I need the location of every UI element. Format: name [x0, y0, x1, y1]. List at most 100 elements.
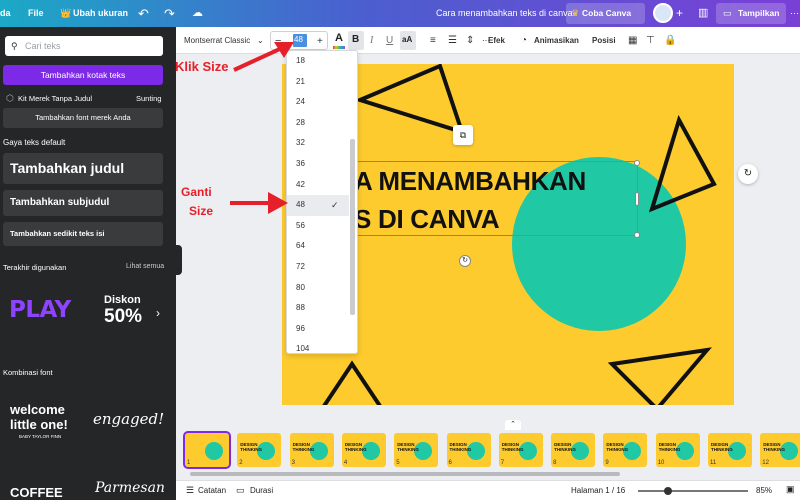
thumbnail-number: 4 [343, 460, 348, 466]
chevron-right-icon[interactable]: › [156, 306, 160, 320]
resize-handle[interactable] [635, 192, 639, 206]
page-thumbnail[interactable]: DESIGN THINKING 8 [551, 433, 596, 467]
text-color-button[interactable]: A [332, 31, 346, 50]
font-size-option[interactable]: 24 [287, 92, 349, 113]
page-thumbnail[interactable]: DESIGN THINKING 2 [237, 433, 282, 467]
page-thumbnail[interactable]: DESIGN THINKING 6 [446, 433, 491, 467]
add-subheading-button[interactable]: Tambahkan subjudul [3, 190, 163, 216]
font-size-option[interactable]: 88 [287, 298, 349, 319]
redo-icon[interactable]: ↷ [164, 0, 175, 27]
page-thumbnail[interactable]: DESIGN THINKING 4 [341, 433, 386, 467]
home-link[interactable]: da [0, 0, 11, 27]
combo-engaged[interactable]: engaged! [90, 387, 164, 457]
page-thumbnail[interactable]: 1 [183, 431, 231, 469]
align-left-icon[interactable]: ≡ [430, 27, 436, 54]
font-size-option[interactable]: 104 [287, 339, 349, 353]
lock-icon[interactable]: 🔒 [664, 27, 676, 54]
resize-handle[interactable] [634, 232, 640, 238]
add-heading-button[interactable]: Tambahkan judul [3, 153, 163, 184]
underline-button[interactable]: U [386, 27, 393, 54]
copy-element-icon[interactable]: ⧉ [453, 125, 473, 145]
font-size-option[interactable]: 48 ✓ [287, 195, 349, 216]
text-color-letter: A [335, 32, 343, 44]
add-body-button[interactable]: Tambahkan sedikit teks isi [3, 222, 163, 246]
combo-engaged-text: engaged! [93, 410, 165, 428]
list-icon[interactable]: ☰ [448, 27, 457, 54]
present-button[interactable]: ▭ Tampilkan [716, 3, 786, 24]
collapse-panel-handle[interactable] [176, 245, 182, 275]
thumbnail-title: DESIGN THINKING [763, 442, 786, 452]
search-input[interactable]: ⚲ Cari teks [5, 36, 163, 56]
recent-font-play[interactable]: PLAY [3, 282, 83, 347]
thumbnail-number: 10 [657, 460, 665, 466]
combo-welcome-line3: BABY TAYLOR FINN [19, 434, 62, 439]
slide-title-line1[interactable]: A MENAMBAHKAN [354, 166, 586, 197]
animate-button[interactable]: Animasikan [534, 27, 579, 54]
font-size-option[interactable]: 36 [287, 154, 349, 175]
combo-welcome[interactable]: welcome little one! BABY TAYLOR FINN [3, 387, 83, 457]
italic-button[interactable]: I [370, 27, 373, 54]
zoom-slider-thumb[interactable] [664, 487, 672, 495]
page-thumbnail[interactable]: DESIGN THINKING 11 [708, 433, 752, 467]
page-thumbnail[interactable]: DESIGN THINKING 12 [760, 433, 800, 467]
brand-edit-link[interactable]: Sunting [136, 94, 161, 103]
page-thumbnail[interactable]: DESIGN THINKING 5 [394, 433, 439, 467]
recent-label: Terakhir digunakan [3, 263, 67, 272]
triangle-bottom-right [607, 347, 712, 405]
thumbnail-title: DESIGN THINKING [397, 442, 419, 452]
recent-font-diskon[interactable]: Diskon 50% [90, 282, 156, 347]
font-size-option[interactable]: 28 [287, 113, 349, 134]
page-thumbnail[interactable]: DESIGN THINKING 9 [603, 433, 648, 467]
resize-handle[interactable] [634, 160, 640, 166]
font-size-option[interactable]: 64 [287, 236, 349, 257]
font-size-option[interactable]: 72 [287, 257, 349, 278]
duration-button[interactable]: Durasi [250, 486, 273, 495]
cloud-save-icon[interactable]: ☁ [192, 0, 203, 27]
analytics-icon[interactable]: ▥ [698, 0, 708, 27]
bold-button[interactable]: B [348, 31, 364, 50]
thumb-scrollbar[interactable] [190, 472, 620, 476]
thumbnail-number: 5 [396, 460, 400, 466]
page-thumbnail[interactable]: DESIGN THINKING 3 [289, 433, 334, 467]
add-brand-font-button[interactable]: Tambahkan font merek Anda [3, 108, 163, 128]
add-textbox-button[interactable]: Tambahkan kotak teks [3, 65, 163, 85]
zoom-level[interactable]: 85% [756, 486, 772, 495]
effects-button[interactable]: Efek [488, 27, 505, 54]
slide-title-line2[interactable]: S DI CANVA [354, 204, 500, 235]
body-label: Tambahkan sedikit teks isi [10, 229, 105, 238]
rotate-handle[interactable]: ↻ [459, 255, 471, 267]
combo-parmesan[interactable]: Parmesan [95, 480, 165, 496]
zoom-slider[interactable] [638, 490, 748, 492]
checkmark-icon: ✓ [331, 200, 339, 211]
grid-view-icon[interactable]: ▣ [786, 484, 795, 495]
copy-style-icon[interactable]: ⊤ [646, 27, 655, 54]
document-title[interactable]: Cara menambahkan teks di canva [436, 0, 573, 27]
font-size-option[interactable]: 96 [287, 319, 349, 340]
file-menu[interactable]: File [28, 0, 44, 27]
refresh-icon[interactable]: ↻ [738, 164, 758, 184]
dropdown-scrollbar[interactable] [350, 139, 355, 315]
font-size-option[interactable]: 42 [287, 175, 349, 196]
transparency-icon[interactable]: ▦ [628, 27, 637, 54]
letter-case-button[interactable]: aA [400, 31, 416, 50]
see-all-link[interactable]: Lihat semua [126, 263, 164, 270]
add-member-icon[interactable]: + [676, 0, 683, 27]
try-pro-button[interactable]: ♛ Coba Canva Pro [566, 3, 645, 39]
font-size-option[interactable]: 80 [287, 278, 349, 299]
search-placeholder: Cari teks [25, 41, 61, 51]
combo-coffee[interactable]: COFFEE [10, 485, 63, 500]
page-thumbnail[interactable]: DESIGN THINKING 10 [655, 433, 700, 467]
thumbnail-title: DESIGN THINKING [501, 442, 524, 452]
more-icon[interactable]: ⋯ [790, 0, 799, 27]
font-size-option[interactable]: 32 [287, 133, 349, 154]
combo-welcome-line1: welcome [10, 402, 65, 417]
font-size-option[interactable]: 56 [287, 216, 349, 237]
resize-button[interactable]: Ubah ukuran [73, 0, 128, 27]
position-button[interactable]: Posisi [592, 27, 616, 54]
page-thumbnail[interactable]: DESIGN THINKING 7 [498, 433, 543, 467]
spacing-icon[interactable]: ⇕ [466, 27, 474, 54]
expand-pages-icon[interactable]: ⌃ [505, 420, 521, 430]
notes-button[interactable]: Catatan [198, 486, 226, 495]
avatar[interactable] [653, 3, 673, 23]
undo-icon[interactable]: ↶ [138, 0, 149, 27]
